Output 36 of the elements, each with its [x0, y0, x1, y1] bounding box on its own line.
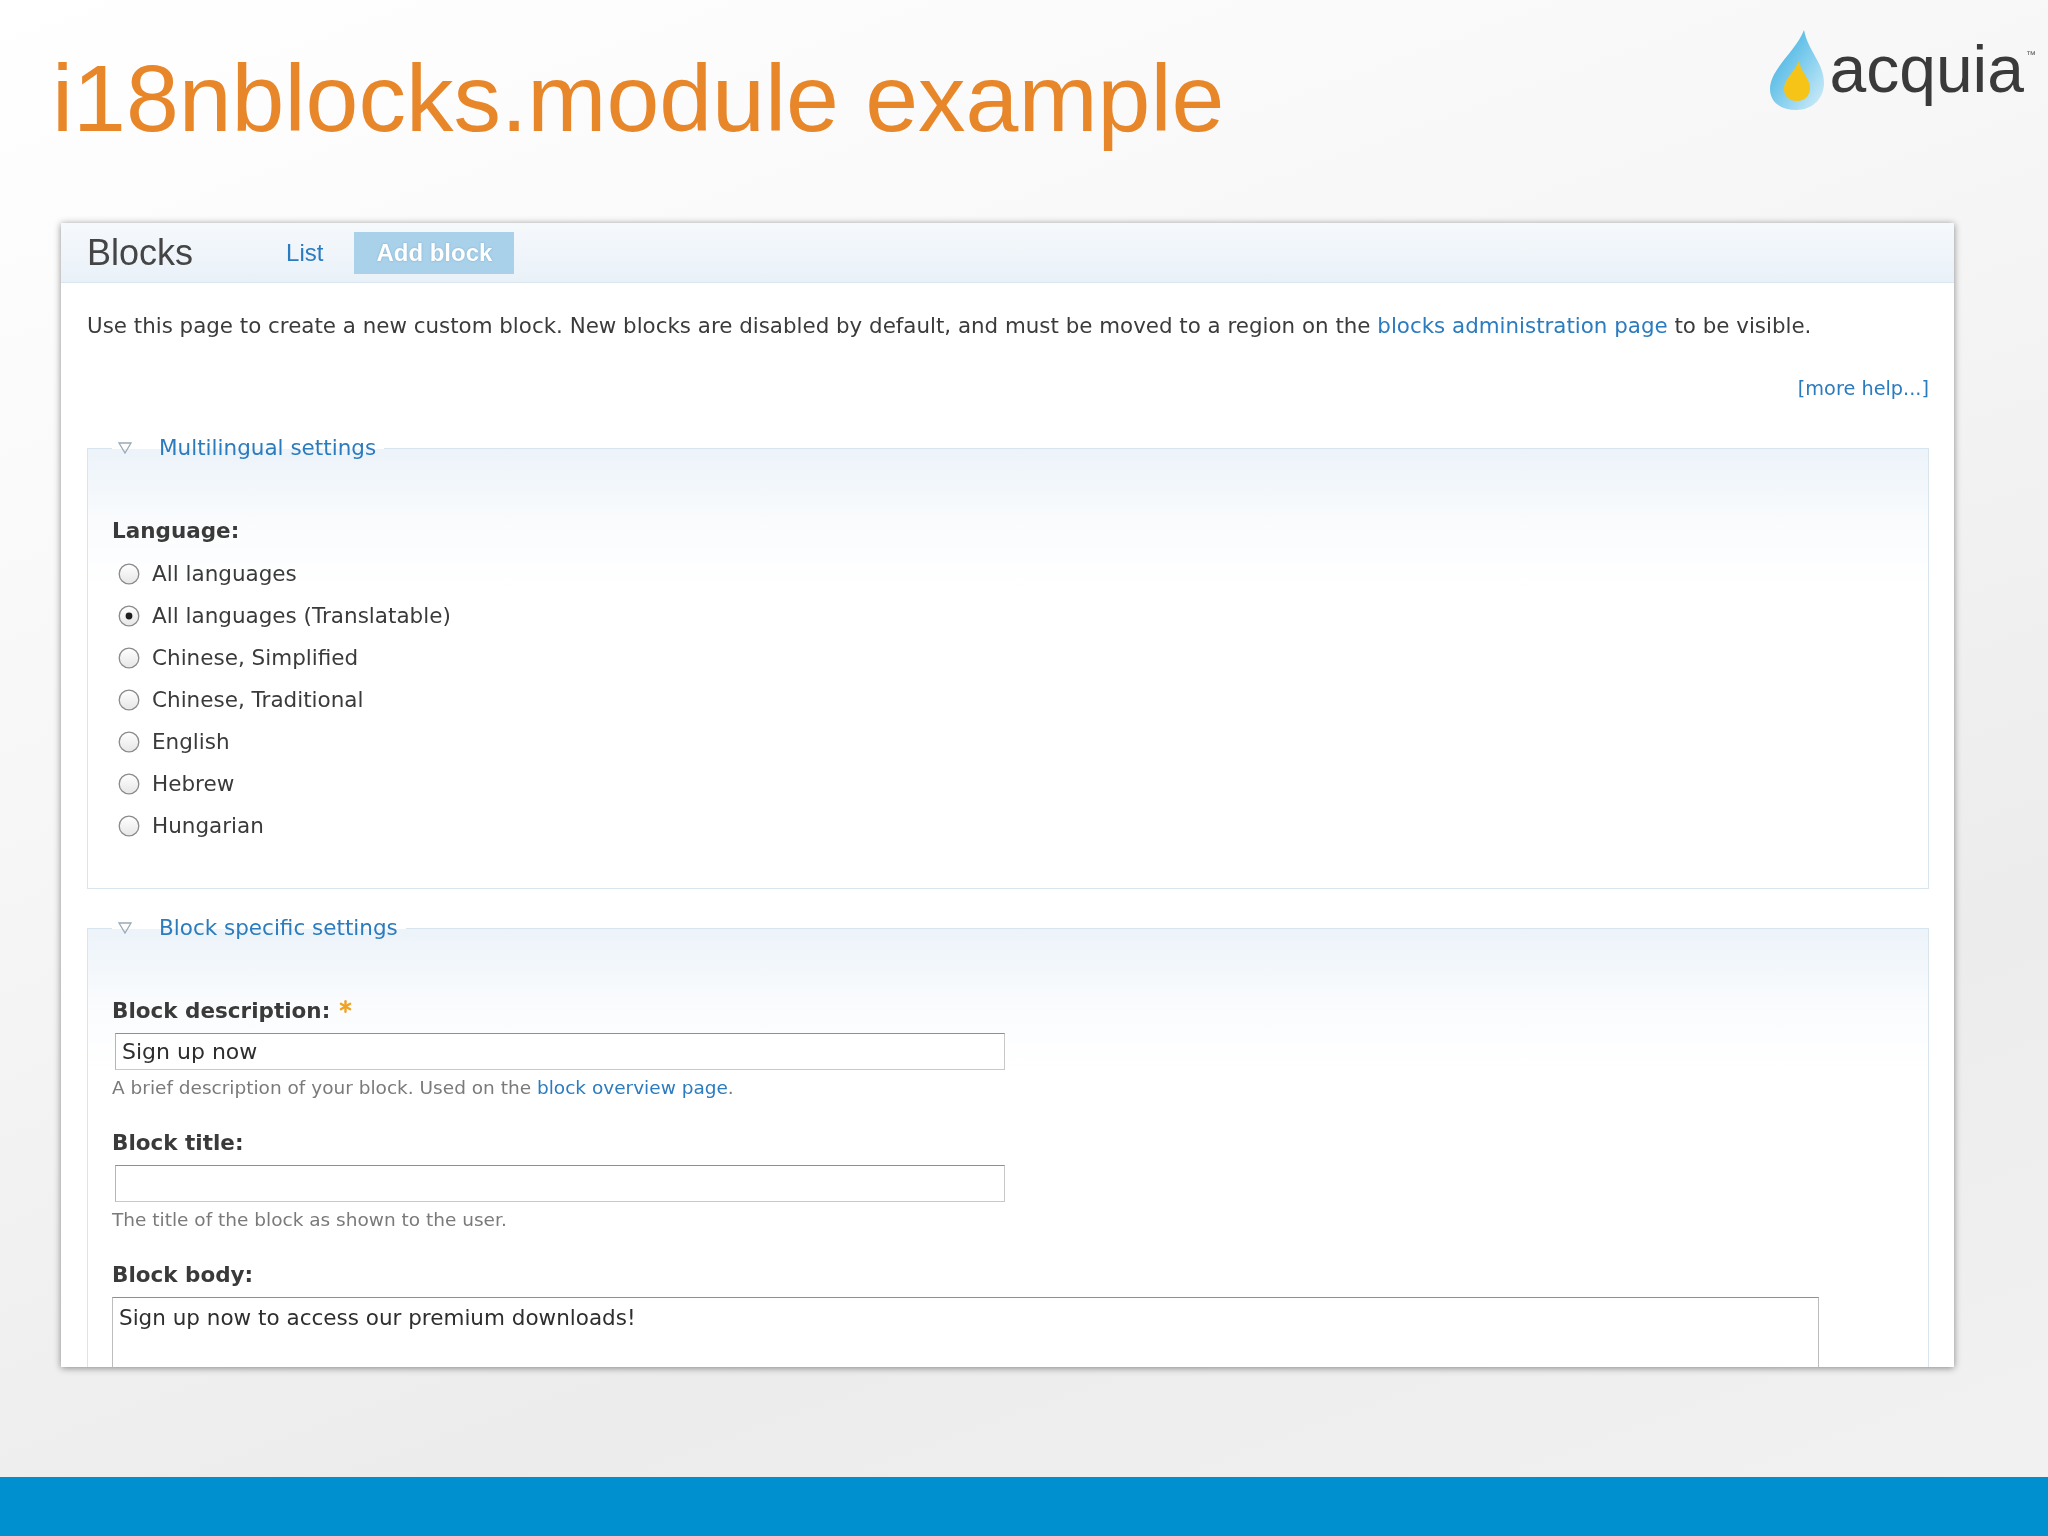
- radio-button[interactable]: [118, 689, 140, 711]
- intro-text: Use this page to create a new custom block. New blocks are disabled by default, and must be moved to a region on the blocks administration page to be visible.: [87, 313, 1813, 339]
- radio-label[interactable]: Hebrew: [152, 771, 235, 797]
- help-text: A brief description of your block. Used on the block overview page.: [112, 1076, 734, 1099]
- radio-button[interactable]: [118, 563, 140, 585]
- logo-text: acquia: [1829, 31, 2024, 109]
- field-label: Block description:: [112, 998, 331, 1023]
- slide-title: i18nblocks.module example: [52, 44, 1225, 153]
- radio-label[interactable]: Chinese, Traditional: [152, 687, 364, 713]
- help-text: The title of the block as shown to the user.: [112, 1208, 507, 1231]
- radio-button[interactable]: [118, 605, 140, 627]
- text-input-field[interactable]: [115, 1165, 1005, 1202]
- page-title: Blocks: [87, 230, 194, 275]
- radio-label[interactable]: Chinese, Simplified: [152, 645, 359, 671]
- tab[interactable]: List: [264, 231, 346, 274]
- down-triangle-icon[interactable]: [118, 922, 132, 934]
- textarea-field[interactable]: Sign up now to access our premium downloads!: [112, 1297, 1819, 1367]
- radio-button[interactable]: [118, 815, 140, 837]
- text-input-field[interactable]: Sign up now: [115, 1033, 1005, 1070]
- fieldset-legend-link[interactable]: Multilingual settings: [159, 435, 377, 461]
- radio-label[interactable]: Hungarian: [152, 813, 264, 839]
- radio-label[interactable]: All languages (Translatable): [152, 603, 451, 629]
- field-label: Block body:: [112, 1262, 254, 1287]
- radio-button[interactable]: [118, 731, 140, 753]
- radio-button[interactable]: [118, 647, 140, 669]
- help-link[interactable]: block overview page: [536, 1077, 728, 1098]
- radio-label[interactable]: All languages: [152, 561, 297, 587]
- radio-button[interactable]: [118, 773, 140, 795]
- field-label: Language:: [112, 518, 240, 543]
- field-label: Block title:: [112, 1130, 244, 1155]
- intro-link[interactable]: blocks administration page: [1377, 313, 1668, 338]
- trademark-sign: ™: [2026, 49, 2036, 61]
- fieldset-legend-link[interactable]: Block specific settings: [159, 915, 398, 941]
- radio-label[interactable]: English: [152, 729, 230, 755]
- down-triangle-icon[interactable]: [118, 442, 132, 454]
- more-help-link[interactable]: [more help...]: [1797, 378, 1929, 400]
